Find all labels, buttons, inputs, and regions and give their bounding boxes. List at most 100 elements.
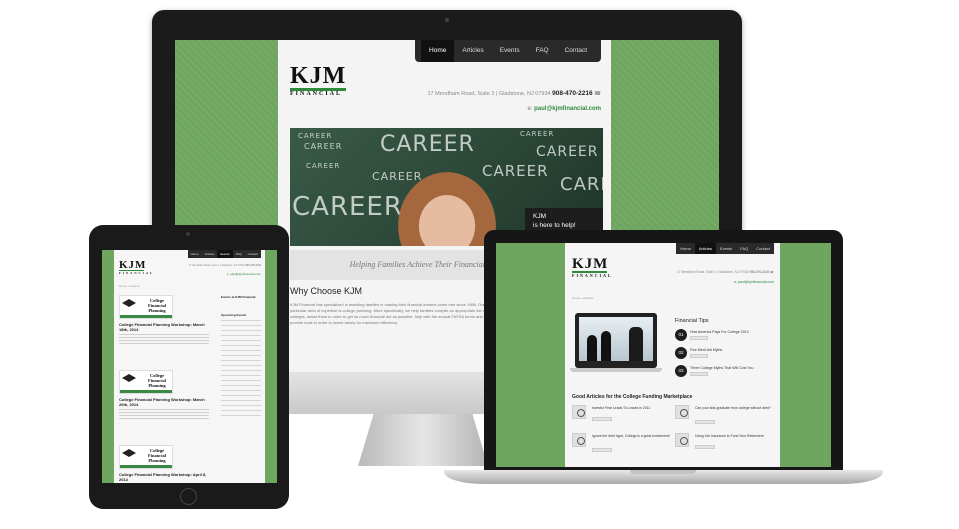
read-more-button[interactable] [690, 336, 708, 340]
thumb-stripe [120, 390, 172, 393]
kjm-logo[interactable]: KJM FINANCIAL [290, 63, 347, 97]
phone-icon: ☎ [770, 270, 774, 274]
article-item[interactable]: Can your kids graduate from college with… [675, 405, 773, 425]
tip-number: 01 [675, 329, 687, 341]
event-title[interactable]: College Financial Planning Workshop: Mar… [119, 397, 215, 407]
read-more-button[interactable] [690, 354, 708, 358]
chalk-word: CAREER [292, 192, 403, 222]
thumb-title: College Financial Planning [147, 373, 166, 388]
article-title[interactable]: Investor Fear Leads To Losses in 2011 [592, 406, 670, 411]
mb-breadcrumb[interactable]: Home » Articles [572, 296, 593, 300]
ip-nav-contact[interactable]: Contact [245, 250, 261, 258]
mb-email[interactable]: e: paul@kjmfinancial.com [734, 280, 774, 284]
thumb-title: College Financial Planning [147, 298, 166, 313]
mb-nav-articles[interactable]: Articles [694, 243, 716, 254]
email-label: e: [527, 106, 533, 112]
graduates-laptop-image [570, 313, 662, 372]
tip-title[interactable]: Three College Myths That Will Cost You [690, 366, 753, 370]
mb-address-text: 17 Mendham Road, Suite 2 | Gladstone, NJ… [677, 270, 749, 274]
graduation-cap-icon [122, 299, 136, 307]
tip-title[interactable]: Five Merit Aid Myths [690, 348, 722, 352]
event-excerpt [119, 334, 209, 346]
ipad-device: Home Articles Events FAQ Contact KJM FIN… [89, 225, 289, 509]
ip-address-text: 17 Mendham Road, Suite 2 | Gladstone, NJ… [188, 264, 245, 267]
graduate-figure [629, 327, 643, 361]
ip-nav-bar: Home Articles Events FAQ Contact [187, 250, 261, 258]
ip-breadcrumb[interactable]: Home » Events [119, 284, 140, 288]
mb-phone: 908-470-2216 [749, 270, 770, 274]
mb-nav-contact[interactable]: Contact [752, 243, 774, 254]
thumb-stripe [120, 465, 172, 468]
tip-title[interactable]: How America Pays For College 2012 [690, 330, 749, 334]
nav-faq[interactable]: FAQ [528, 40, 557, 62]
tip-item[interactable]: 01 How America Pays For College 2012 [675, 329, 775, 343]
event-thumbnail[interactable]: College Financial Planning [119, 445, 173, 469]
article-title[interactable]: Ignore the debt hype, College is a great… [592, 434, 670, 439]
address-text: 17 Mendham Road, Suite 2 | Gladstone, NJ… [427, 91, 551, 97]
tip-number: 02 [675, 347, 687, 359]
ip-kjm-logo[interactable]: KJM FINANCIAL [119, 260, 154, 275]
mb-nav-bar: Home Articles Events FAQ Contact [676, 243, 774, 254]
event-thumbnail[interactable]: College Financial Planning [119, 295, 173, 319]
read-more-button[interactable] [592, 417, 612, 421]
chalk-word: CAREER [298, 132, 333, 140]
ip-email[interactable]: e: paul@kjmfinancial.com [227, 272, 261, 276]
nav-home[interactable]: Home [421, 40, 455, 62]
mb-kjm-logo[interactable]: KJM FINANCIAL [572, 257, 613, 278]
ip-nav-home[interactable]: Home [188, 250, 202, 258]
mb-nav-events[interactable]: Events [716, 243, 736, 254]
event-title[interactable]: College Financial Planning Workshop: Mar… [119, 322, 215, 332]
articles-heading: Good Articles for the College Funding Ma… [572, 394, 693, 400]
event-thumbnail[interactable]: College Financial Planning [119, 370, 173, 394]
sidebar-events-list[interactable] [221, 320, 261, 420]
macbook-device: Home Articles Events FAQ Contact KJM FIN… [484, 230, 843, 474]
nav-contact[interactable]: Contact [557, 40, 595, 62]
event-post[interactable]: College Financial Planning College Finan… [119, 370, 215, 421]
hero-callout-line1: KJM [533, 213, 546, 220]
logo-sub: FINANCIAL [290, 91, 343, 97]
nav-events[interactable]: Events [492, 40, 528, 62]
ip-nav-faq[interactable]: FAQ [233, 250, 245, 258]
tips-heading: Financial Tips [675, 318, 709, 324]
tip-item[interactable]: 02 Five Merit Aid Myths [675, 347, 775, 361]
mb-nav-faq[interactable]: FAQ [736, 243, 752, 254]
ip-nav-events[interactable]: Events [217, 250, 233, 258]
read-more-button[interactable] [690, 372, 708, 376]
read-more-button[interactable] [695, 445, 715, 449]
email-link[interactable]: paul@kjmfinancial.com [534, 106, 601, 112]
imac-stand [358, 414, 488, 466]
thumb-title: College Financial Planning [147, 448, 166, 463]
chalk-word: CAREER [560, 174, 603, 195]
tip-item[interactable]: 03 Three College Myths That Will Cost Yo… [675, 365, 775, 379]
article-item[interactable]: Ignore the debt hype, College is a great… [572, 433, 670, 453]
ip-phone: 908-470-2216 [245, 264, 261, 267]
tip-number: 03 [675, 365, 687, 377]
article-icon [572, 433, 586, 447]
article-title[interactable]: Using Life Insurance to Fund Your Retire… [695, 434, 773, 439]
article-title[interactable]: Can your kids graduate from college with… [695, 406, 773, 411]
event-title[interactable]: College Financial Planning Workshop: Apr… [119, 472, 215, 482]
ipad-home-button[interactable] [180, 488, 197, 505]
event-post[interactable]: College Financial Planning College Finan… [119, 445, 215, 482]
mb-nav-home[interactable]: Home [676, 243, 695, 254]
sidebar-heading: Events at KJM Financial [221, 295, 256, 299]
nav-articles[interactable]: Articles [454, 40, 491, 62]
email-line: e: paul@kjmfinancial.com [527, 106, 601, 112]
logo-mark: KJM [119, 259, 147, 271]
thumb-stripe [120, 315, 172, 318]
ipad-camera [186, 232, 190, 236]
address-line: 17 Mendham Road, Suite 2 | Gladstone, NJ… [427, 90, 601, 97]
graduation-cap-icon [122, 374, 136, 382]
logo-mark: KJM [290, 63, 347, 89]
read-more-button[interactable] [592, 448, 612, 452]
read-more-button[interactable] [695, 420, 715, 424]
article-item[interactable]: Investor Fear Leads To Losses in 2011 [572, 405, 670, 425]
article-icon [572, 405, 586, 419]
ip-nav-articles[interactable]: Articles [202, 250, 218, 258]
article-item[interactable]: Using Life Insurance to Fund Your Retire… [675, 433, 773, 453]
chalk-word: CAREER [380, 132, 475, 157]
section-title: Why Choose KJM [290, 286, 363, 296]
events-sidebar: Events at KJM Financial Upcoming Events [221, 295, 261, 420]
logo-mark: KJM [572, 256, 609, 272]
event-post[interactable]: College Financial Planning College Finan… [119, 295, 215, 346]
